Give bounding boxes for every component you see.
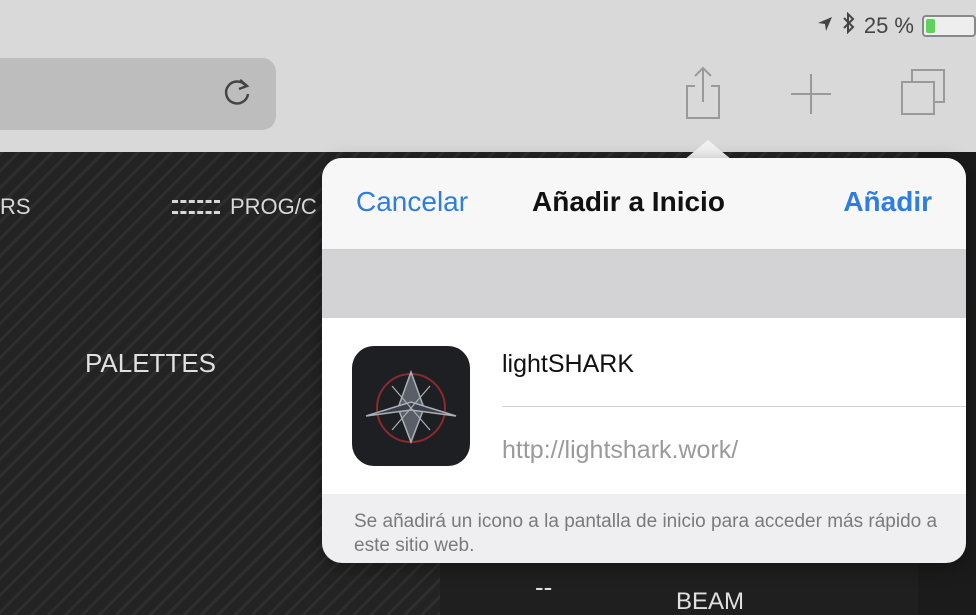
bookmark-name-field[interactable]: lightSHARK: [502, 350, 634, 379]
prog-icon: [172, 200, 220, 214]
field-divider: [502, 406, 966, 407]
dialog-title: Añadir a Inicio: [532, 186, 725, 217]
app-icon: [352, 346, 470, 466]
nav-item-prog[interactable]: PROG/C: [172, 194, 317, 220]
browser-toolbar: [0, 44, 976, 152]
dash-label: --: [535, 572, 553, 602]
cancel-button[interactable]: Cancelar: [356, 186, 468, 218]
dialog-header: Cancelar Añadir a Inicio Añadir: [322, 158, 966, 250]
reload-icon[interactable]: [222, 76, 254, 108]
battery-fill: [926, 19, 935, 33]
battery-percent: 25 %: [863, 13, 914, 38]
location-arrow-icon: [816, 13, 834, 39]
add-to-home-dialog: Cancelar Añadir a Inicio Añadir lightSHA…: [322, 158, 966, 563]
tabs-icon[interactable]: [898, 64, 948, 120]
popover-arrow: [684, 140, 732, 160]
add-button[interactable]: Añadir: [843, 186, 932, 218]
palettes-button[interactable]: PALETTES: [85, 348, 216, 379]
address-bar[interactable]: [0, 58, 276, 130]
status-bar: 25 %: [0, 0, 976, 44]
share-icon[interactable]: [683, 64, 733, 120]
dialog-spacer: [322, 250, 966, 318]
beam-button[interactable]: BEAM: [676, 588, 744, 615]
battery-icon: [922, 15, 976, 37]
bluetooth-icon: [842, 11, 856, 40]
nav-item-rs[interactable]: RS: [0, 194, 31, 220]
plus-icon[interactable]: [788, 64, 838, 120]
bookmark-url: http://lightshark.work/: [502, 436, 739, 464]
bookmark-card: lightSHARK http://lightshark.work/: [322, 318, 966, 494]
dialog-footer-text: Se añadirá un icono a la pantalla de ini…: [354, 511, 938, 556]
nav-item-prog-label: PROG/C: [230, 194, 317, 219]
status-indicators: 25 %: [816, 11, 976, 40]
